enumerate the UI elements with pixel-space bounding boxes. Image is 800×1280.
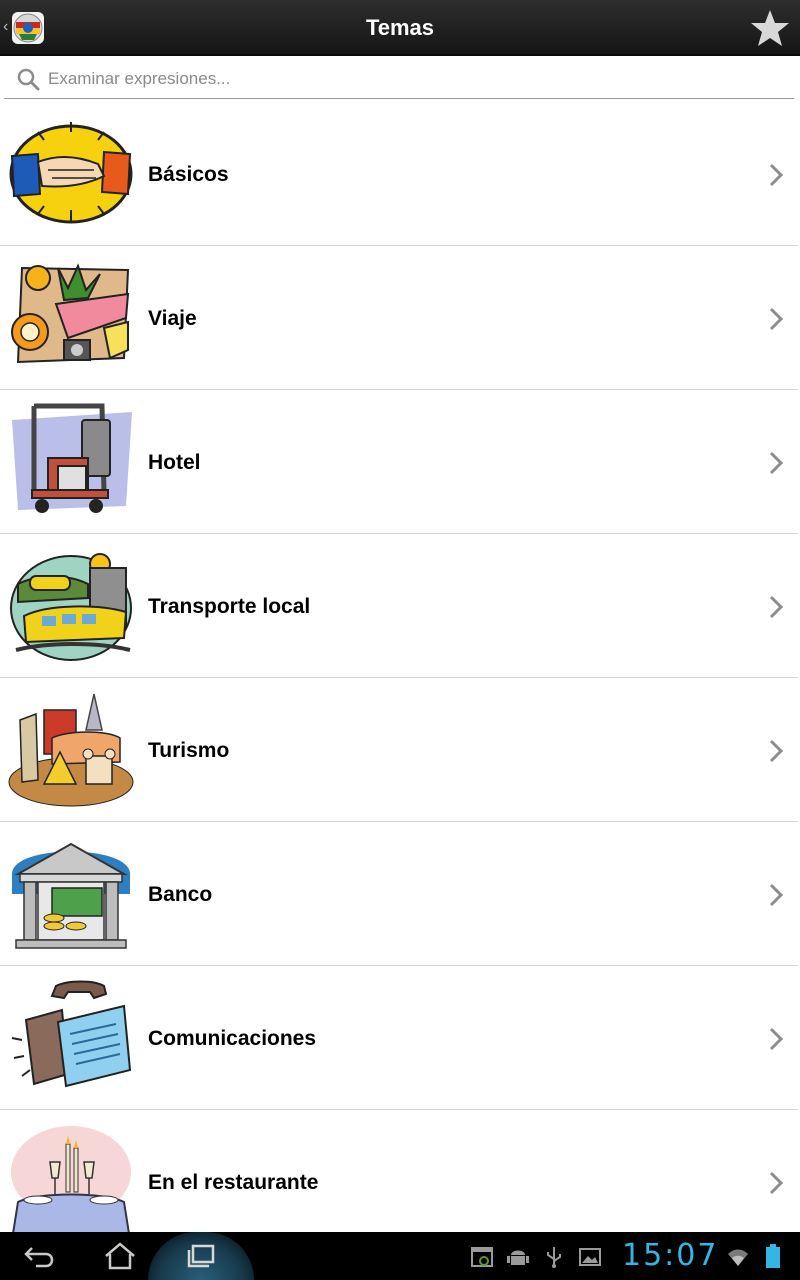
chevron-right-icon [769, 1171, 784, 1195]
list-item-label: Básicos [148, 163, 229, 186]
gallery-icon[interactable] [578, 1245, 602, 1269]
recents-button[interactable] [148, 1232, 254, 1280]
list-item-label: Hotel [148, 451, 201, 474]
list-item-basicos[interactable]: Básicos [0, 102, 798, 246]
back-icon[interactable] [20, 1240, 60, 1272]
home-icon[interactable] [100, 1240, 140, 1272]
system-bar: 15:07 [0, 1232, 800, 1280]
list-item-label: En el restaurante [148, 1171, 319, 1194]
favorites-button[interactable] [750, 8, 790, 48]
handshake-icon [9, 122, 133, 224]
chevron-right-icon [769, 307, 784, 331]
topic-list: Básicos Viaje Hotel Transporte local Tur… [0, 102, 800, 1232]
battery-icon [766, 1244, 780, 1268]
luggage-cart-icon [12, 403, 132, 513]
list-item-label: Banco [148, 883, 213, 906]
action-bar: ‹ Temas [0, 0, 800, 56]
chevron-right-icon [769, 451, 784, 475]
app-icon[interactable] [12, 12, 44, 44]
train-bus-icon [10, 553, 132, 661]
list-item-turismo[interactable]: Turismo [0, 678, 798, 822]
up-caret-icon[interactable]: ‹ [3, 19, 11, 35]
dinner-table-icon [11, 1126, 131, 1232]
wifi-icon [728, 1249, 748, 1266]
chevron-right-icon [769, 739, 784, 763]
android-debug-icon[interactable] [506, 1245, 530, 1269]
screen: ‹ Temas Examinar expresiones... Básicos … [0, 0, 800, 1280]
bank-building-icon [12, 842, 130, 949]
chevron-right-icon [769, 163, 784, 187]
list-item-label: Comunicaciones [148, 1027, 317, 1050]
chevron-right-icon [769, 595, 784, 619]
star-icon [751, 10, 789, 46]
chevron-right-icon [769, 883, 784, 907]
page-title: Temas [365, 15, 435, 40]
search-input[interactable] [48, 64, 748, 94]
screenshot-icon[interactable] [470, 1245, 494, 1269]
list-item-label: Transporte local [148, 595, 311, 618]
landmarks-icon [8, 693, 134, 807]
list-item-comunicaciones[interactable]: Comunicaciones [0, 966, 798, 1110]
list-item-hotel[interactable]: Hotel [0, 390, 798, 534]
telephone-fax-icon [11, 980, 132, 1088]
list-item-banco[interactable]: Banco [0, 822, 798, 966]
clock: 15:07 [622, 1238, 719, 1273]
list-item-viaje[interactable]: Viaje [0, 246, 798, 390]
chevron-right-icon [769, 1027, 784, 1051]
travel-items-icon [11, 263, 130, 364]
usb-icon[interactable] [542, 1245, 566, 1269]
search-bar [4, 58, 794, 99]
list-item-label: Viaje [148, 307, 197, 330]
list-item-en-el-restaurante[interactable]: En el restaurante [0, 1110, 798, 1232]
recents-icon [187, 1244, 215, 1268]
list-item-transporte-local[interactable]: Transporte local [0, 534, 798, 678]
list-item-label: Turismo [148, 739, 230, 762]
search-icon [17, 68, 40, 91]
